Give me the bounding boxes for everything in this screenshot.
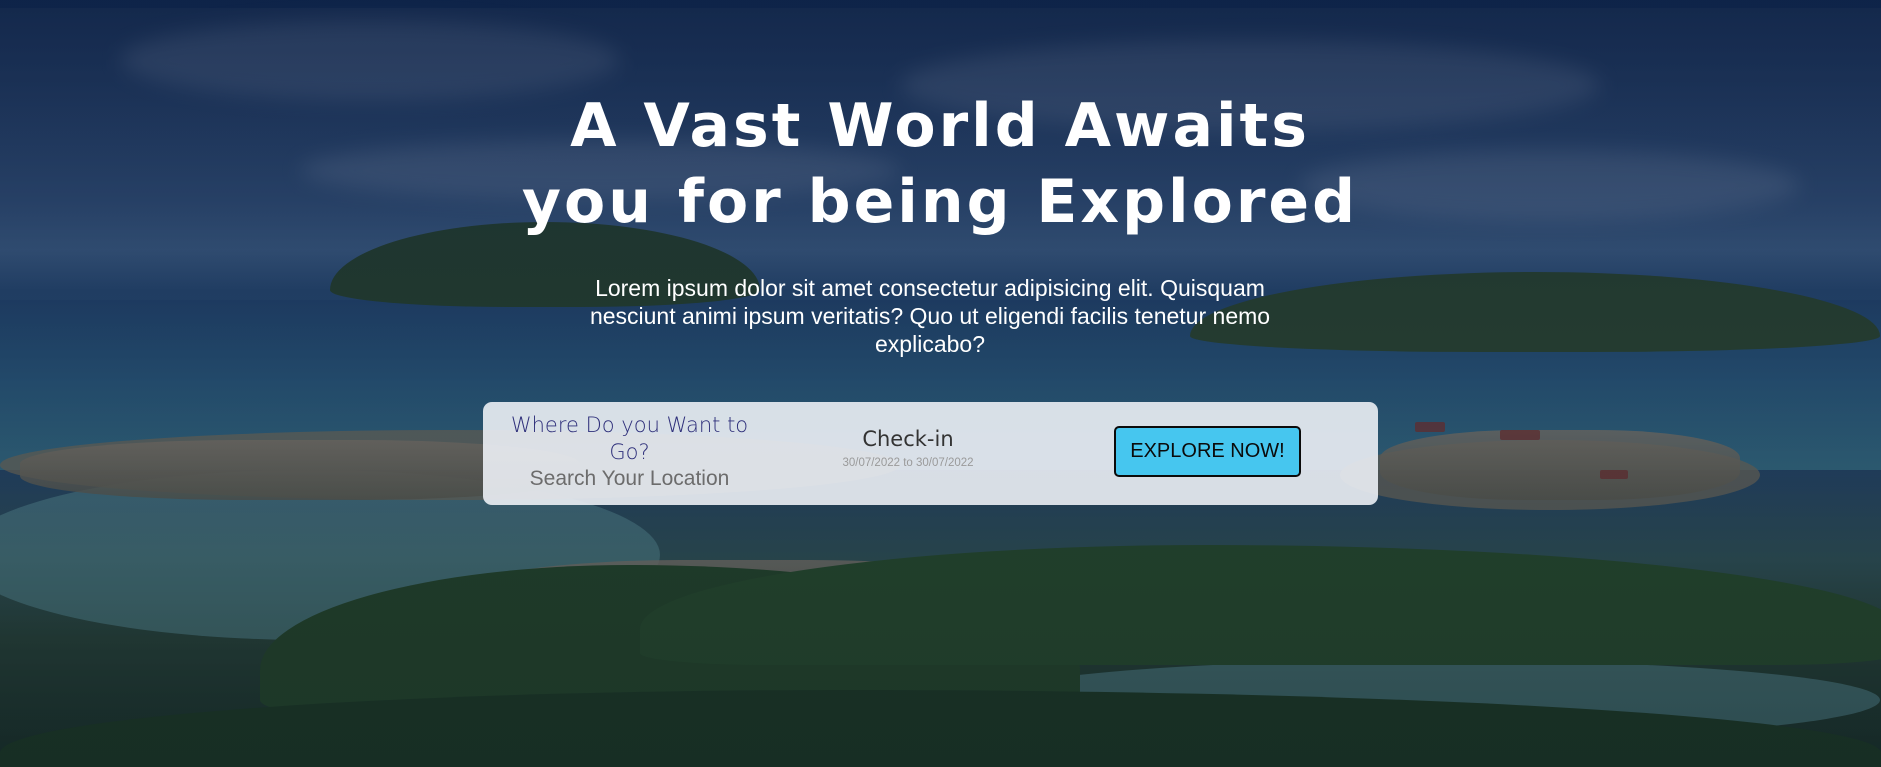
hero-title-line-1: A Vast World Awaits xyxy=(570,91,1310,161)
checkin-label: Check-in xyxy=(862,427,954,451)
hero-title-line-2: you for being Explored xyxy=(521,167,1359,237)
checkin-field[interactable]: Check-in 30/07/2022 to 30/07/2022 xyxy=(803,426,1013,470)
hero-content: A Vast World Awaits you for being Explor… xyxy=(0,0,1881,767)
destination-field: Where Do you Want to Go? xyxy=(483,412,776,491)
checkin-dates: 30/07/2022 to 30/07/2022 xyxy=(842,457,974,469)
explore-now-button[interactable]: EXPLORE NOW! xyxy=(1114,426,1301,477)
hero-description: Lorem ipsum dolor sit amet consectetur a… xyxy=(589,275,1271,357)
search-bar: Where Do you Want to Go? Check-in 30/07/… xyxy=(483,402,1378,505)
location-search-input[interactable] xyxy=(499,467,760,491)
hero-title: A Vast World Awaits you for being Explor… xyxy=(440,88,1440,240)
destination-label: Where Do you Want to Go? xyxy=(510,413,749,464)
